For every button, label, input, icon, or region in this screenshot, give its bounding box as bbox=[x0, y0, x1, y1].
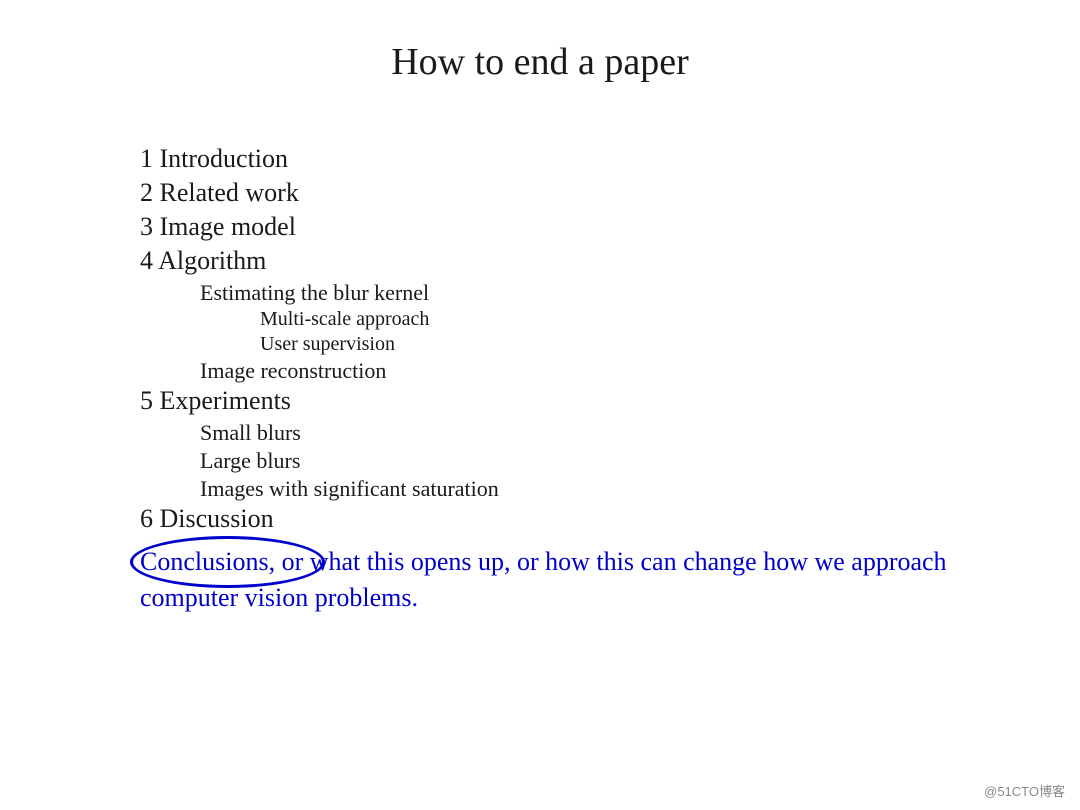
toc-item-4-1-2: User supervision bbox=[260, 333, 1000, 356]
toc-item-1: 1 Introduction bbox=[140, 144, 1000, 174]
toc-item-6: 6 Discussion bbox=[140, 504, 1000, 534]
toc-item-3: 3 Image model bbox=[140, 212, 1000, 242]
page-title: How to end a paper bbox=[80, 40, 1000, 84]
page-container: How to end a paper 1 Introduction 2 Rela… bbox=[0, 0, 1080, 810]
toc-container: 1 Introduction 2 Related work 3 Image mo… bbox=[140, 144, 1000, 617]
toc-item-2: 2 Related work bbox=[140, 178, 1000, 208]
toc-item-5-1: Small blurs bbox=[200, 420, 1000, 446]
toc-item-5-2: Large blurs bbox=[200, 448, 1000, 474]
toc-item-4-1: Estimating the blur kernel bbox=[200, 280, 1000, 306]
watermark: @51CTO博客 bbox=[984, 781, 1065, 800]
toc-item-4-2: Image reconstruction bbox=[200, 358, 1000, 384]
conclusions-text: Conclusions, or what this opens up, or h… bbox=[140, 544, 1000, 617]
conclusions-section: Conclusions, or what this opens up, or h… bbox=[140, 544, 1000, 617]
toc-item-5-3: Images with significant saturation bbox=[200, 476, 1000, 502]
toc-item-4: 4 Algorithm bbox=[140, 246, 1000, 276]
toc-item-4-1-1: Multi-scale approach bbox=[260, 308, 1000, 331]
toc-item-5: 5 Experiments bbox=[140, 386, 1000, 416]
